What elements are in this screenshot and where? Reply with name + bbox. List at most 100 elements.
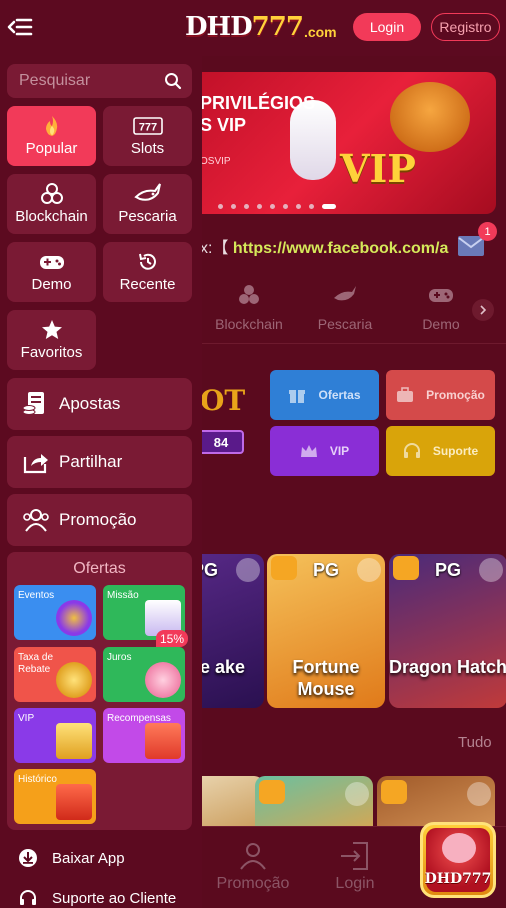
piggy-bank-icon <box>145 662 181 698</box>
banner-dot-active[interactable] <box>322 204 336 209</box>
tab-label: Blockchain <box>215 316 283 332</box>
game-name: Dragon Hatch <box>389 657 506 677</box>
search-input[interactable] <box>19 64 159 98</box>
category-label: Slots <box>130 140 165 157</box>
category-label: Recente <box>119 276 176 293</box>
tab-label: Pescaria <box>317 316 373 332</box>
link-baixar-app[interactable]: Baixar App <box>18 848 125 868</box>
headset-icon <box>403 443 420 458</box>
jackpot-number: 84 <box>198 430 244 454</box>
thumbs-up-icon <box>381 780 407 804</box>
game-card[interactable]: PG Dragon Hatch <box>389 554 506 708</box>
menu-partilhar[interactable]: Partilhar <box>7 436 192 488</box>
category-label: Favoritos <box>20 344 83 361</box>
site-logo[interactable]: DHD777 .com <box>185 11 337 43</box>
banner-dot[interactable] <box>270 204 275 209</box>
gift-icon <box>145 723 181 759</box>
banner-dot[interactable] <box>257 204 262 209</box>
search-icon[interactable] <box>164 72 182 90</box>
coins-icon <box>56 662 92 698</box>
logo-main: DHD <box>185 12 253 42</box>
game-provider: PG <box>434 560 461 580</box>
shark-icon <box>133 183 161 201</box>
tiger-art <box>390 82 470 152</box>
blockchain-icon <box>239 285 259 304</box>
category-label: Popular <box>25 140 78 157</box>
register-button[interactable]: Registro <box>431 13 500 41</box>
menu-collapse-icon[interactable] <box>6 14 34 40</box>
tab-blockchain[interactable]: Blockchain <box>204 282 294 332</box>
category-slots[interactable]: 777 Slots <box>103 106 192 166</box>
thumbs-up-icon <box>259 780 285 804</box>
category-blockchain[interactable]: Blockchain <box>7 174 96 234</box>
marquee-prefix: x:【 <box>200 240 229 256</box>
bets-icon <box>22 392 44 415</box>
banner-pagination[interactable] <box>218 204 336 209</box>
category-popular[interactable]: Popular <box>7 106 96 166</box>
login-button[interactable]: Login <box>353 13 421 41</box>
banner-dot[interactable] <box>309 204 314 209</box>
offer-taxa-rebate[interactable]: Taxa de Rebate <box>14 647 96 702</box>
ofertas-title: Ofertas <box>73 560 126 577</box>
nav-promocao[interactable]: Promoção <box>203 839 303 893</box>
crown-icon <box>300 445 317 457</box>
category-recente[interactable]: Recente <box>103 242 192 302</box>
app-download-badge[interactable]: DHD777 <box>420 822 496 898</box>
banner-dot[interactable] <box>296 204 301 209</box>
promocao-label: Promoção <box>426 388 485 402</box>
banner-dot[interactable] <box>244 204 249 209</box>
blockchain-icon <box>40 183 63 204</box>
suporte-button[interactable]: Suporte <box>386 426 495 476</box>
banner-title: PRIVILÉGIOS S VIP <box>200 93 316 135</box>
banner-dot[interactable] <box>231 204 236 209</box>
link-label: Baixar App <box>52 849 125 867</box>
nav-label: Promoção <box>216 875 290 892</box>
banner-dot[interactable] <box>283 204 288 209</box>
logo-number: 777 <box>251 12 304 42</box>
menu-label: Promoção <box>59 510 137 529</box>
category-demo[interactable]: Demo <box>7 242 96 302</box>
announcement-marquee: x:【 https://www.facebook.com/a <box>200 234 450 256</box>
offer-recompensas[interactable]: Recompensas <box>103 708 185 763</box>
search-box[interactable] <box>7 64 192 98</box>
category-favoritos[interactable]: Favoritos <box>7 310 96 370</box>
offer-eventos[interactable]: Eventos <box>14 585 96 640</box>
favorite-star-icon[interactable] <box>345 782 369 806</box>
shark-icon <box>334 286 356 301</box>
menu-apostas[interactable]: Apostas <box>7 378 192 430</box>
tab-label: Demo <box>422 316 460 332</box>
app-badge-label: DHD777 <box>424 871 492 887</box>
ofertas-button[interactable]: Ofertas <box>270 370 379 420</box>
banner-dot[interactable] <box>218 204 223 209</box>
see-all-link[interactable]: Tudo <box>458 734 492 751</box>
mail-badge: 1 <box>478 222 497 241</box>
menu-promocao[interactable]: Promoção <box>7 494 192 546</box>
crown-icon <box>56 723 92 759</box>
link-label: Suporte ao Cliente <box>52 889 177 907</box>
gamepad-icon <box>39 256 64 269</box>
ofertas-label: Ofertas <box>318 388 361 402</box>
offer-historico[interactable]: Histórico <box>14 769 96 824</box>
gamepad-icon <box>429 289 453 302</box>
svg-text:777: 777 <box>138 122 156 134</box>
category-pescaria[interactable]: Pescaria <box>103 174 192 234</box>
category-label: Demo <box>31 276 72 293</box>
chevron-right-icon[interactable] <box>472 299 494 321</box>
offer-juros[interactable]: Juros <box>103 647 185 702</box>
gift-icon <box>289 390 306 403</box>
share-icon <box>23 454 48 474</box>
jackpot-widget[interactable]: OT 84 <box>196 374 262 464</box>
vip-banner[interactable]: PRIVILÉGIOS S VIP OSVIP VIP <box>190 72 496 214</box>
vip-button[interactable]: VIP <box>270 426 379 476</box>
offer-vip[interactable]: VIP <box>14 708 96 763</box>
link-suporte[interactable]: Suporte ao Cliente <box>18 888 176 908</box>
ofertas-panel: Ofertas Eventos Missão Taxa de Rebate Ju… <box>7 552 192 830</box>
game-card[interactable]: PG Fortune Mouse <box>267 554 385 708</box>
history-box-icon <box>56 784 92 820</box>
tab-pescaria[interactable]: Pescaria <box>300 282 390 332</box>
promocao-button[interactable]: Promoção <box>386 370 495 420</box>
marquee-url: https://www.facebook.com/a <box>232 240 449 256</box>
mail-icon[interactable] <box>458 236 484 256</box>
nav-login[interactable]: Login <box>305 839 405 893</box>
favorite-star-icon[interactable] <box>467 782 491 806</box>
